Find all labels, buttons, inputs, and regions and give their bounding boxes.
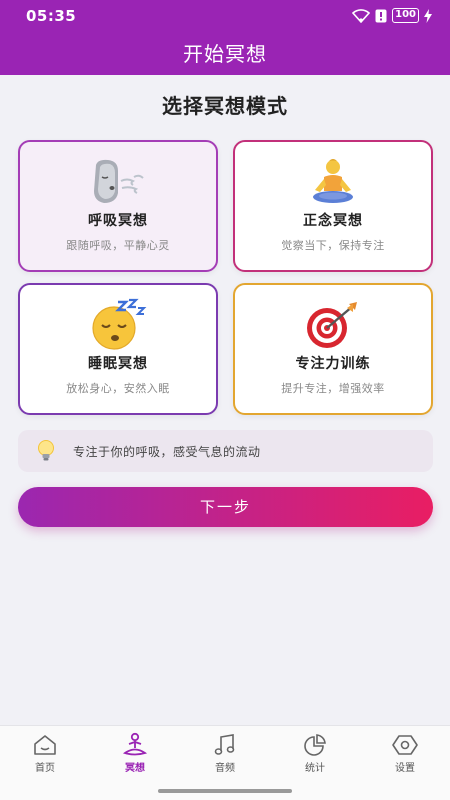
section-title: 选择冥想模式 <box>162 94 288 118</box>
tab-settings[interactable]: 设置 <box>375 732 435 774</box>
mode-card-title: 呼吸冥想 <box>88 213 148 229</box>
tab-meditation[interactable]: 冥想 <box>105 732 165 774</box>
home-indicator[interactable] <box>158 789 292 793</box>
tab-label: 音频 <box>215 763 235 774</box>
mode-card-title: 专注力训练 <box>295 356 371 372</box>
mode-card-subtitle: 提升专注，增强效率 <box>281 382 385 395</box>
status-bar: 05:35 100 <box>0 0 450 32</box>
home-icon <box>15 732 75 758</box>
next-button[interactable]: 下一步 <box>18 487 433 527</box>
tab-label: 设置 <box>395 763 415 774</box>
mode-card-title: 正念冥想 <box>303 213 363 229</box>
breathing-face-icon <box>20 156 216 208</box>
tab-label: 冥想 <box>125 763 145 774</box>
tab-stats[interactable]: 统计 <box>285 732 345 774</box>
lotus-person-icon <box>235 156 431 208</box>
tab-home[interactable]: 首页 <box>15 732 75 774</box>
tip-text: 专注于你的呼吸，感受气息的流动 <box>73 445 261 459</box>
status-time: 05:35 <box>26 7 77 25</box>
tab-audio[interactable]: 音频 <box>195 732 255 774</box>
target-dart-icon <box>235 299 431 351</box>
charging-icon <box>424 8 432 23</box>
app-header: 05:35 100 开始冥想 <box>0 0 450 75</box>
mode-card-subtitle: 放松身心，安然入眠 <box>66 382 170 395</box>
sleeping-face-icon <box>20 298 216 351</box>
mode-card-subtitle: 觉察当下，保持专注 <box>281 239 385 252</box>
alert-icon <box>375 9 387 23</box>
lightbulb-icon <box>36 439 56 467</box>
settings-hexagon-icon <box>375 732 435 758</box>
mode-card-breathing[interactable]: 呼吸冥想 跟随呼吸，平静心灵 <box>18 140 218 272</box>
mode-card-subtitle: 跟随呼吸，平静心灵 <box>66 239 170 252</box>
mode-card-title: 睡眠冥想 <box>88 356 148 372</box>
tip-banner: 专注于你的呼吸，感受气息的流动 <box>18 430 433 472</box>
music-note-icon <box>195 732 255 758</box>
wifi-icon <box>352 8 371 23</box>
pie-chart-icon <box>285 732 345 758</box>
mode-card-sleep[interactable]: 睡眠冥想 放松身心，安然入眠 <box>18 283 218 415</box>
battery-indicator: 100 <box>392 8 419 23</box>
page-title: 开始冥想 <box>183 42 267 66</box>
meditation-icon <box>105 732 165 758</box>
mode-card-focus[interactable]: 专注力训练 提升专注，增强效率 <box>233 283 433 415</box>
mode-card-mindfulness[interactable]: 正念冥想 觉察当下，保持专注 <box>233 140 433 272</box>
tab-label: 首页 <box>35 763 55 774</box>
tab-label: 统计 <box>305 763 325 774</box>
status-icons: 100 <box>352 8 432 23</box>
